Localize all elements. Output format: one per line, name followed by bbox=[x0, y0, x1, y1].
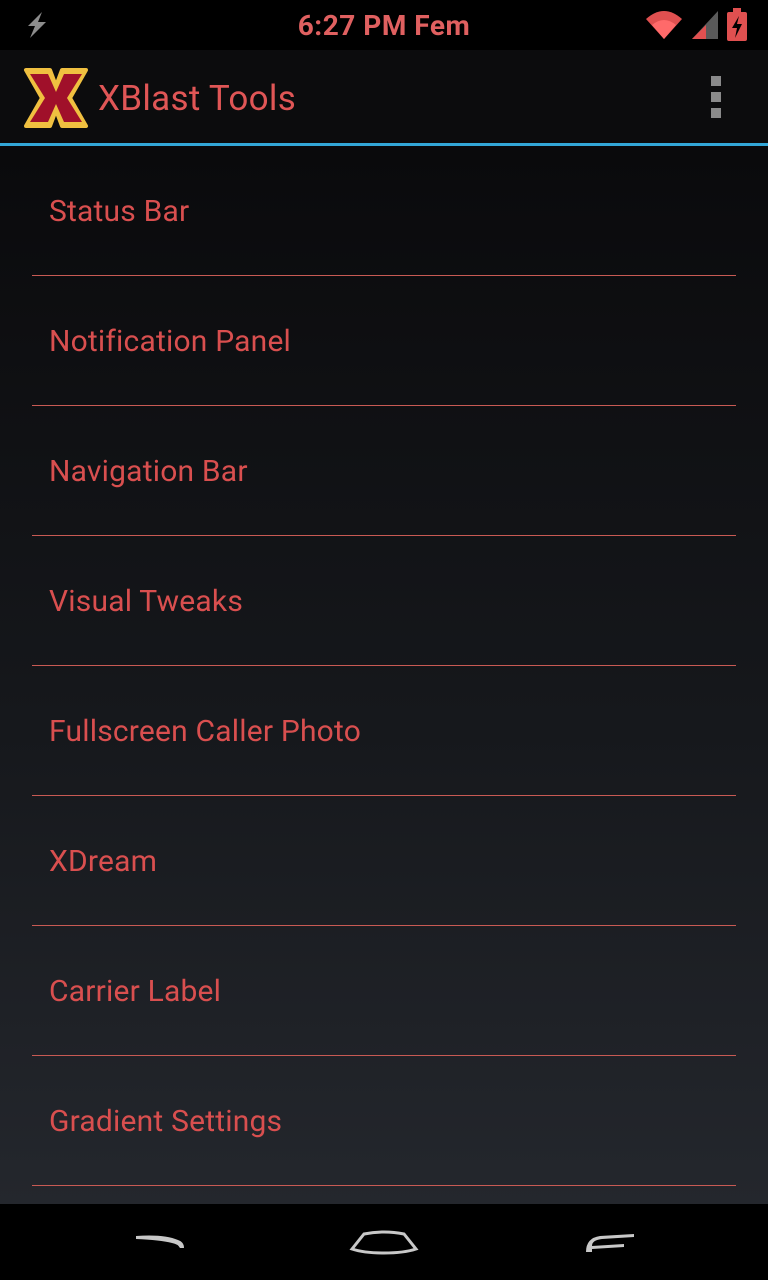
app-title: XBlast Tools bbox=[98, 78, 297, 119]
wifi-icon bbox=[646, 11, 682, 39]
navigation-bar bbox=[0, 1204, 768, 1280]
list-item-label: Carrier Label bbox=[49, 974, 222, 1009]
list-item-xdream[interactable]: XDream bbox=[32, 796, 736, 926]
list-item-visual-tweaks[interactable]: Visual Tweaks bbox=[32, 536, 736, 666]
list-item-fullscreen-caller-photo[interactable]: Fullscreen Caller Photo bbox=[32, 666, 736, 796]
overflow-menu-icon[interactable] bbox=[708, 76, 724, 122]
list-item-status-bar[interactable]: Status Bar bbox=[32, 146, 736, 276]
list-item-label: Fullscreen Caller Photo bbox=[49, 714, 362, 749]
list-item-carrier-label[interactable]: Carrier Label bbox=[32, 926, 736, 1056]
list-item-notification-panel[interactable]: Notification Panel bbox=[32, 276, 736, 406]
app-logo-icon[interactable] bbox=[22, 64, 90, 132]
action-bar: XBlast Tools bbox=[0, 50, 768, 146]
list-item-label: XDream bbox=[49, 844, 158, 879]
signal-icon bbox=[692, 11, 718, 39]
list-item-label: Visual Tweaks bbox=[49, 584, 244, 619]
settings-list-container: Status Bar Notification Panel Navigation… bbox=[0, 146, 768, 1204]
home-icon[interactable] bbox=[344, 1222, 424, 1262]
back-icon[interactable] bbox=[120, 1222, 200, 1262]
status-icons bbox=[644, 8, 748, 42]
settings-list: Status Bar Notification Panel Navigation… bbox=[32, 146, 736, 1186]
list-item-label: Notification Panel bbox=[49, 324, 292, 359]
list-item-label: Gradient Settings bbox=[49, 1104, 283, 1139]
battery-charging-icon bbox=[727, 8, 747, 41]
status-bar: 6:27 PM Fem bbox=[0, 0, 768, 50]
list-item-label: Status Bar bbox=[49, 194, 190, 229]
list-item-gradient-settings[interactable]: Gradient Settings bbox=[32, 1056, 736, 1186]
recent-apps-icon[interactable] bbox=[568, 1222, 648, 1262]
list-item-label: Navigation Bar bbox=[49, 454, 248, 489]
list-item-navigation-bar[interactable]: Navigation Bar bbox=[32, 406, 736, 536]
